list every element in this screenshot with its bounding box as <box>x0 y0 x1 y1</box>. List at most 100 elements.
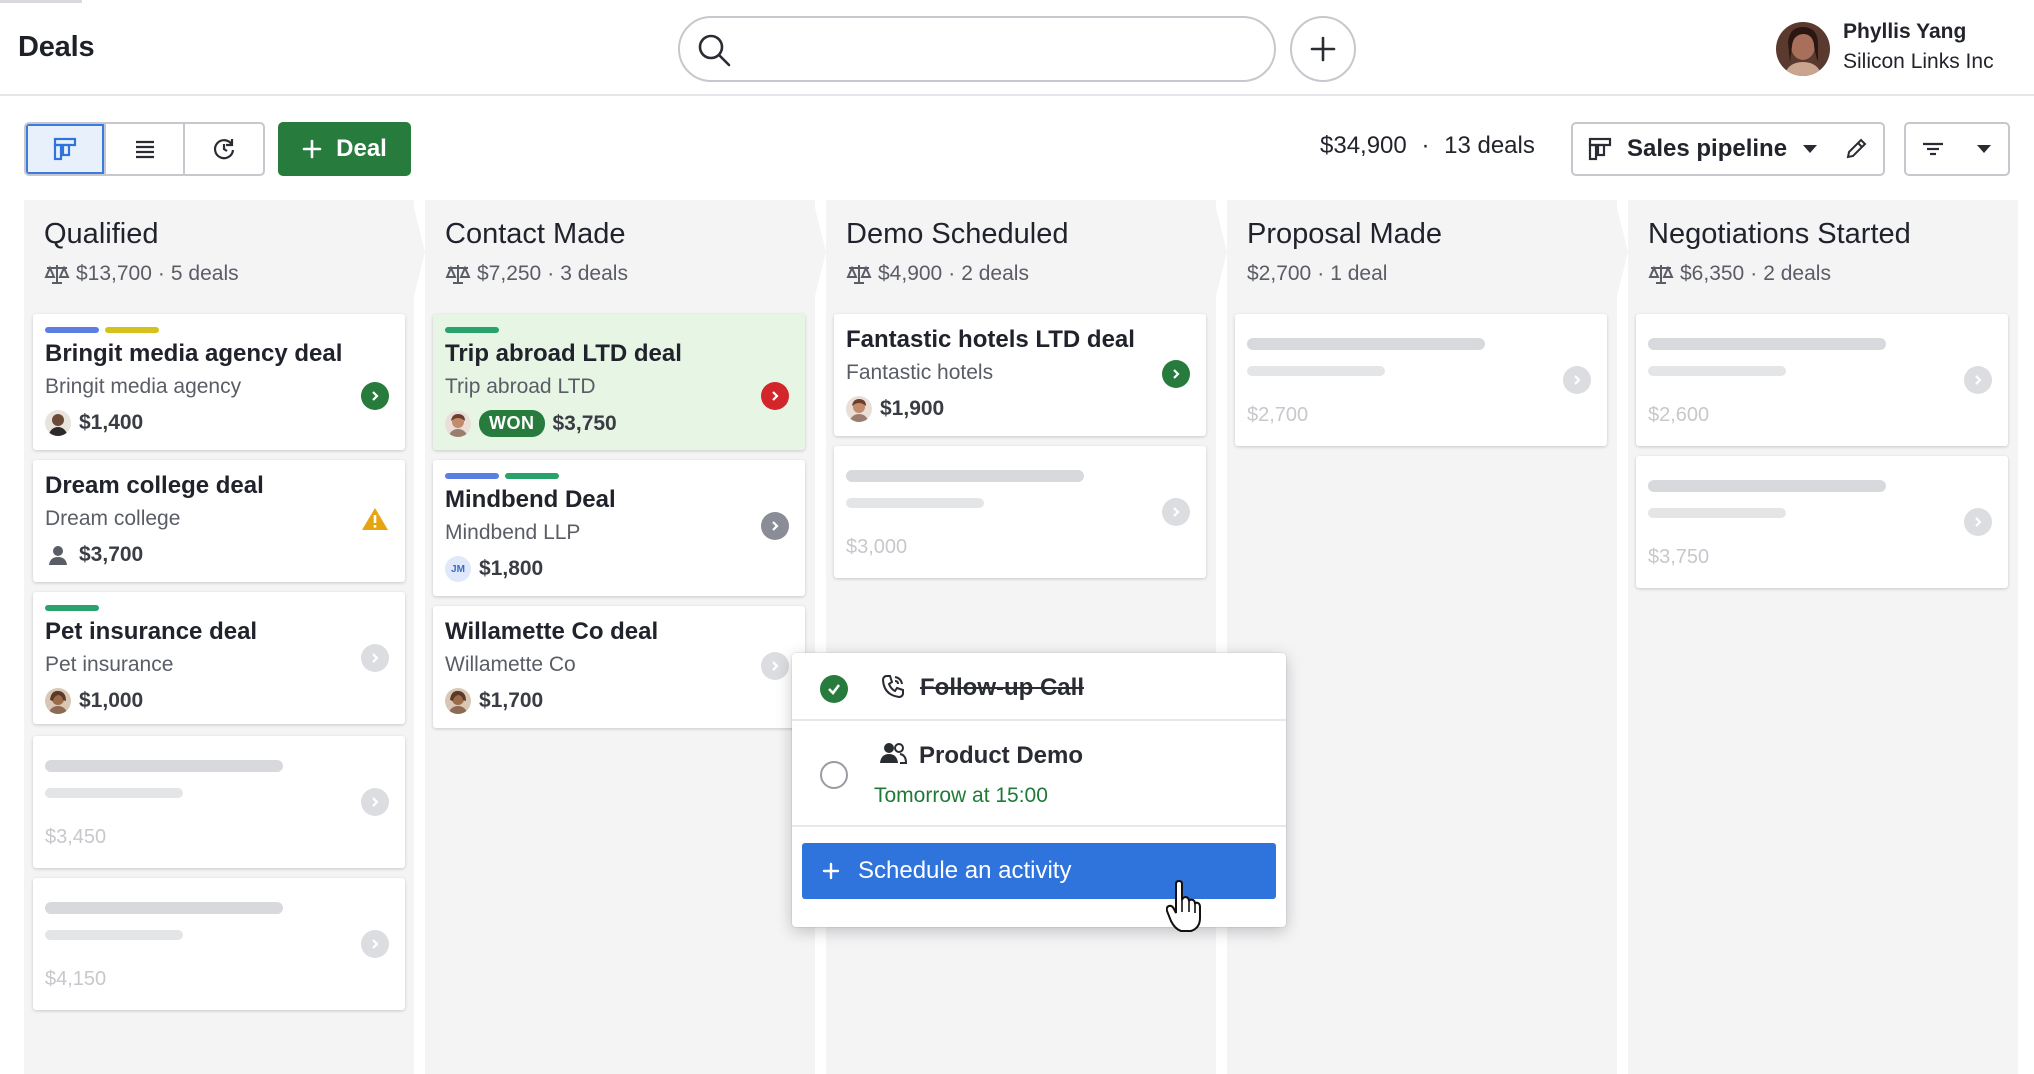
user-avatar[interactable] <box>1776 22 1830 76</box>
stage-header-demo-scheduled: Demo Scheduled $4,900 · 2 deals <box>826 200 1216 304</box>
deal-card-dream-college[interactable]: Dream college deal Dream college $3,700 <box>33 460 405 582</box>
deal-card-bringit[interactable]: Bringit media agency deal Bringit media … <box>33 314 405 450</box>
pipeline-view-button[interactable] <box>26 124 106 174</box>
edit-pipeline-button[interactable] <box>1829 122 1885 176</box>
pipeline-view-icon <box>53 137 76 161</box>
activity-status-button[interactable] <box>361 644 389 672</box>
deal-card-trip-abroad[interactable]: Trip abroad LTD deal Trip abroad LTD WON… <box>433 314 805 450</box>
deal-footer: $1,400 <box>45 410 143 436</box>
stage-header-proposal-made: Proposal Made $2,700 · 1 deal <box>1227 200 1617 304</box>
deal-card-fantastic-hotels[interactable]: Fantastic hotels LTD deal Fantastic hote… <box>834 314 1206 436</box>
deal-title[interactable]: Willamette Co deal <box>445 618 658 646</box>
activity-status-button[interactable] <box>1964 366 1992 394</box>
deal-card-placeholder[interactable]: $3,000 <box>834 446 1206 578</box>
activity-status-button[interactable] <box>761 512 789 540</box>
activity-done-checkbox[interactable] <box>820 675 848 703</box>
deal-organization: Trip abroad LTD <box>445 375 596 398</box>
pipeline-select[interactable]: Sales pipeline <box>1571 122 1831 176</box>
user-company: Silicon Links Inc <box>1843 50 1994 73</box>
deal-value: $3,750 <box>1648 546 1710 568</box>
deal-title[interactable]: Trip abroad LTD deal <box>445 340 682 368</box>
search-input[interactable] <box>742 28 1252 72</box>
stage-title: Negotiations Started <box>1648 218 1911 250</box>
schedule-activity-label: Schedule an activity <box>858 857 1072 884</box>
deal-title[interactable]: Dream college deal <box>45 472 264 500</box>
stage-title: Proposal Made <box>1247 218 1443 250</box>
owner-avatar <box>846 396 872 422</box>
activity-status-button[interactable] <box>1964 508 1992 536</box>
stage-count: 2 deals <box>1763 262 1831 285</box>
stage-meta: $2,700 · 1 deal <box>1247 262 1388 285</box>
deal-card-mindbend[interactable]: Mindbend Deal Mindbend LLP JM $1,800 <box>433 460 805 596</box>
search-box[interactable] <box>678 16 1276 82</box>
deal-value: $3,700 <box>79 543 144 566</box>
warning-icon[interactable] <box>361 506 389 532</box>
caret-down-icon <box>1803 145 1818 153</box>
user-photo <box>1776 22 1830 76</box>
activity-item-product-demo[interactable]: Product Demo Tomorrow at 15:00 <box>792 721 1286 827</box>
deal-value: $1,800 <box>479 557 544 580</box>
deal-organization: Willamette Co <box>445 653 576 676</box>
deal-labels <box>445 327 499 333</box>
search-icon <box>698 34 731 67</box>
deal-title[interactable]: Bringit media agency deal <box>45 340 342 368</box>
chevron-right-icon <box>772 521 779 531</box>
deal-value: $2,700 <box>1247 404 1309 426</box>
stage-count: 2 deals <box>961 262 1029 285</box>
chevron-right-icon <box>1173 369 1180 379</box>
activity-status-button[interactable] <box>361 930 389 958</box>
deal-title[interactable]: Fantastic hotels LTD deal <box>846 326 1135 354</box>
deal-card-placeholder[interactable]: $2,700 <box>1235 314 1607 446</box>
deal-card-placeholder[interactable]: $3,750 <box>1636 456 2008 588</box>
deal-title[interactable]: Pet insurance deal <box>45 618 257 646</box>
activity-status-button[interactable] <box>361 382 389 410</box>
activity-status-button[interactable] <box>761 652 789 680</box>
stage-total: $13,700 <box>76 262 152 285</box>
plus-icon <box>302 139 322 159</box>
deal-card-pet-insurance[interactable]: Pet insurance deal Pet insurance $1,000 <box>33 592 405 724</box>
phone-icon <box>881 675 904 699</box>
owner-avatar <box>45 410 71 436</box>
scale-icon <box>44 265 70 284</box>
activity-item-follow-up-call[interactable]: Follow-up Call <box>792 653 1286 721</box>
skeleton-line <box>846 498 984 508</box>
deal-card-placeholder[interactable]: $2,600 <box>1636 314 2008 446</box>
activity-status-button[interactable] <box>761 382 789 410</box>
activity-status-button[interactable] <box>1162 498 1190 526</box>
deal-title[interactable]: Mindbend Deal <box>445 486 616 514</box>
hand-cursor-icon <box>1166 880 1201 932</box>
skeleton-line <box>1648 366 1786 376</box>
quick-add-button[interactable] <box>1290 16 1356 82</box>
add-deal-button[interactable]: Deal <box>278 122 411 176</box>
activity-title[interactable]: Follow-up Call <box>920 674 1084 702</box>
filter-button[interactable] <box>1904 122 2010 176</box>
chevron-right-icon <box>372 653 379 663</box>
schedule-activity-button[interactable]: Schedule an activity <box>802 843 1276 899</box>
deal-labels <box>445 473 559 479</box>
forecast-view-button[interactable] <box>185 124 263 174</box>
deal-card-placeholder[interactable]: $3,450 <box>33 736 405 868</box>
stage-title: Contact Made <box>445 218 626 250</box>
activity-done-checkbox[interactable] <box>820 761 848 789</box>
list-view-button[interactable] <box>106 124 186 174</box>
user-name[interactable]: Phyllis Yang <box>1843 20 1966 44</box>
deal-value: $1,900 <box>880 397 945 420</box>
chevron-right-icon <box>1975 375 1982 385</box>
scale-icon <box>846 265 872 284</box>
skeleton-line <box>1247 366 1385 376</box>
deal-card-willamette[interactable]: Willamette Co deal Willamette Co $1,700 <box>433 606 805 728</box>
chevron-right-icon <box>372 939 379 949</box>
scale-icon <box>1648 265 1674 284</box>
deal-footer: $1,000 <box>45 688 143 714</box>
deal-card-placeholder[interactable]: $4,150 <box>33 878 405 1010</box>
activity-title[interactable]: Product Demo <box>919 742 1083 770</box>
chevron-right-icon <box>772 391 779 401</box>
owner-initials-avatar: JM <box>445 556 471 582</box>
deal-value: $1,400 <box>79 411 144 434</box>
stage-count: 3 deals <box>560 262 628 285</box>
stage-meta: $6,350 · 2 deals <box>1648 262 1831 286</box>
add-deal-label: Deal <box>336 135 387 162</box>
activity-status-button[interactable] <box>1563 366 1591 394</box>
activity-status-button[interactable] <box>361 788 389 816</box>
activity-status-button[interactable] <box>1162 360 1190 388</box>
